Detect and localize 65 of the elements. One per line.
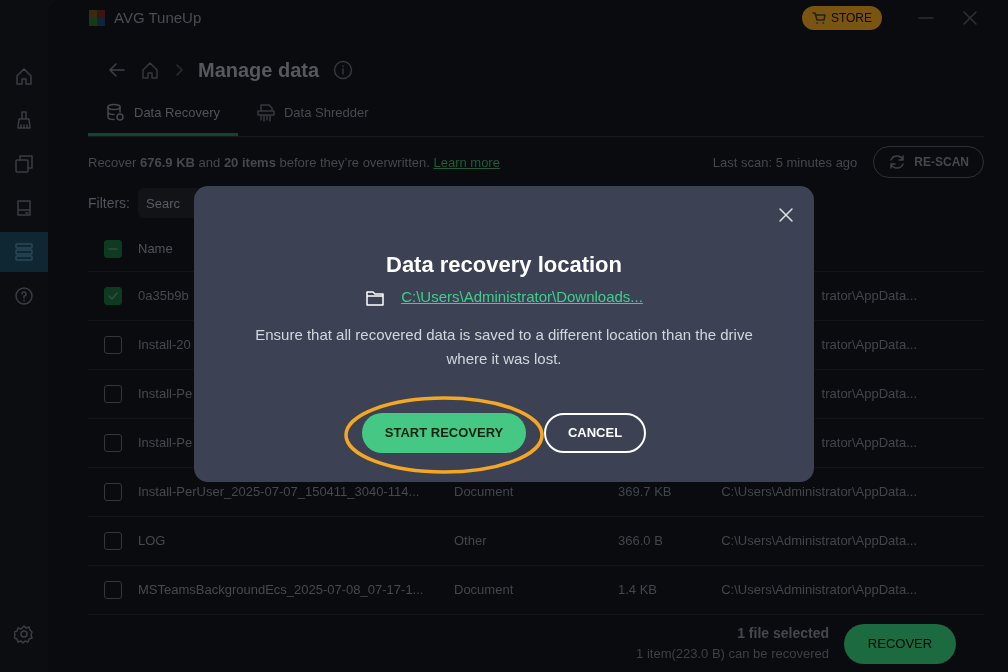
- shredder-icon: [256, 102, 276, 123]
- learn-more-link[interactable]: Learn more: [433, 154, 500, 170]
- file-name: LOG: [138, 533, 166, 549]
- recover-button[interactable]: RECOVER: [844, 623, 956, 664]
- file-size: 1.4 KB: [618, 581, 659, 600]
- refresh-icon: [888, 153, 907, 172]
- back-icon: [108, 60, 126, 79]
- checkbox[interactable]: [104, 385, 122, 404]
- chevron-icon: [174, 62, 184, 77]
- file-path: trator\AppData...: [820, 385, 917, 404]
- file-path: C:\Users\Administrator\AppData...: [720, 581, 917, 600]
- checkbox[interactable]: [104, 434, 122, 453]
- check-icon: [107, 290, 119, 303]
- location-link[interactable]: C:\Users\Administrator\Downloads...: [401, 286, 643, 309]
- cancel-button[interactable]: CANCEL: [544, 412, 646, 453]
- file-name: Install-Pe: [138, 435, 193, 451]
- info-icon: [333, 59, 354, 80]
- filters-label: Filters:: [88, 193, 130, 213]
- file-type: Document: [454, 483, 515, 502]
- selection-count: 1 file selected: [736, 624, 829, 644]
- settings-icon: [14, 624, 34, 644]
- file-path: C:\Users\Administrator\AppData...: [720, 483, 917, 502]
- checkbox[interactable]: [104, 239, 122, 258]
- brush-icon: [14, 110, 34, 130]
- file-name: Install-PerUser_2025-07-07_150411_3040-114...: [138, 484, 420, 500]
- app-title: AVG TuneUp: [114, 8, 202, 29]
- file-path: trator\AppData...: [820, 434, 917, 453]
- logo-icon: [88, 9, 106, 28]
- checkbox[interactable]: [104, 336, 122, 355]
- home-icon: [14, 66, 34, 86]
- file-path: C:\Users\Administrator\AppData...: [720, 532, 917, 551]
- summary-text: Recover 676.9 KB and 20 items before they’re overwritten. Learn more: [88, 153, 500, 172]
- column-header[interactable]: Name: [138, 238, 173, 259]
- checkbox[interactable]: [104, 532, 122, 551]
- sidebar-item[interactable]: [0, 232, 48, 272]
- file-path: trator\AppData...: [820, 287, 917, 306]
- help-icon: [14, 286, 34, 306]
- start-recovery-button[interactable]: START RECOVERY: [362, 412, 526, 453]
- checkbox[interactable]: [104, 287, 122, 306]
- file-size: 366.0 B: [618, 532, 664, 551]
- dialog-message: Ensure that all recovered data is saved to a different location than the drive where it was lost.: [254, 324, 754, 369]
- tab[interactable]: Data Recovery: [88, 102, 238, 136]
- file-type: Document: [454, 581, 515, 600]
- home-icon: [140, 59, 160, 80]
- store-button[interactable]: STORE: [801, 6, 882, 31]
- file-name: Install-Pe: [138, 386, 193, 402]
- last-scan-text: Last scan: 5 minutes ago: [712, 153, 858, 172]
- folder-icon: [365, 288, 386, 307]
- file-name: 0a35b9b: [138, 288, 189, 304]
- file-size: 369.7 KB: [618, 483, 673, 502]
- windows-icon: [14, 154, 34, 174]
- file-name: Install-20: [138, 337, 191, 353]
- list-icon: [14, 242, 34, 262]
- checkbox[interactable]: [104, 483, 122, 502]
- cart-icon: [811, 11, 826, 26]
- database-icon: [106, 102, 126, 123]
- file-name: MSTeamsBackgroundEcs_2025-07-08_07-17-1...: [138, 582, 424, 598]
- file-type: Other: [454, 532, 488, 551]
- close-icon: [778, 206, 794, 223]
- drive-icon: [14, 198, 34, 218]
- dialog-title: Data recovery location: [386, 252, 622, 279]
- file-path: trator\AppData...: [820, 336, 917, 355]
- checkbox[interactable]: [104, 581, 122, 600]
- page-title: Manage data: [198, 57, 320, 83]
- tab[interactable]: Data Shredder: [238, 102, 387, 136]
